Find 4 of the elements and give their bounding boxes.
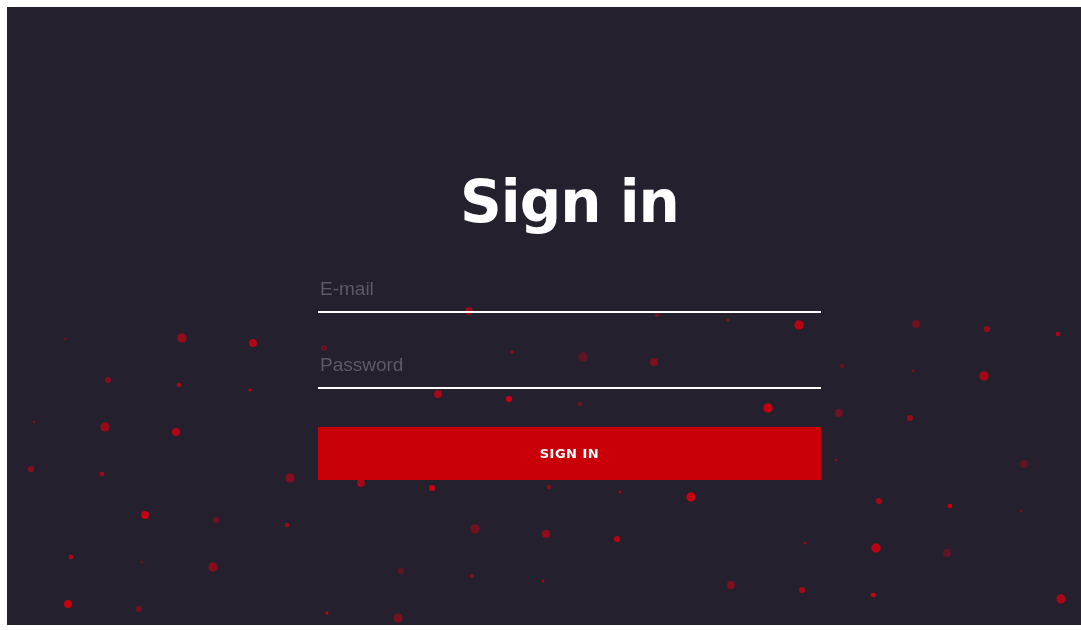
password-field[interactable]: Password <box>318 347 821 389</box>
email-field[interactable]: E-mail <box>318 271 821 313</box>
sign-in-heading: Sign in <box>459 167 680 237</box>
sign-in-button[interactable]: SIGN IN <box>318 427 821 480</box>
